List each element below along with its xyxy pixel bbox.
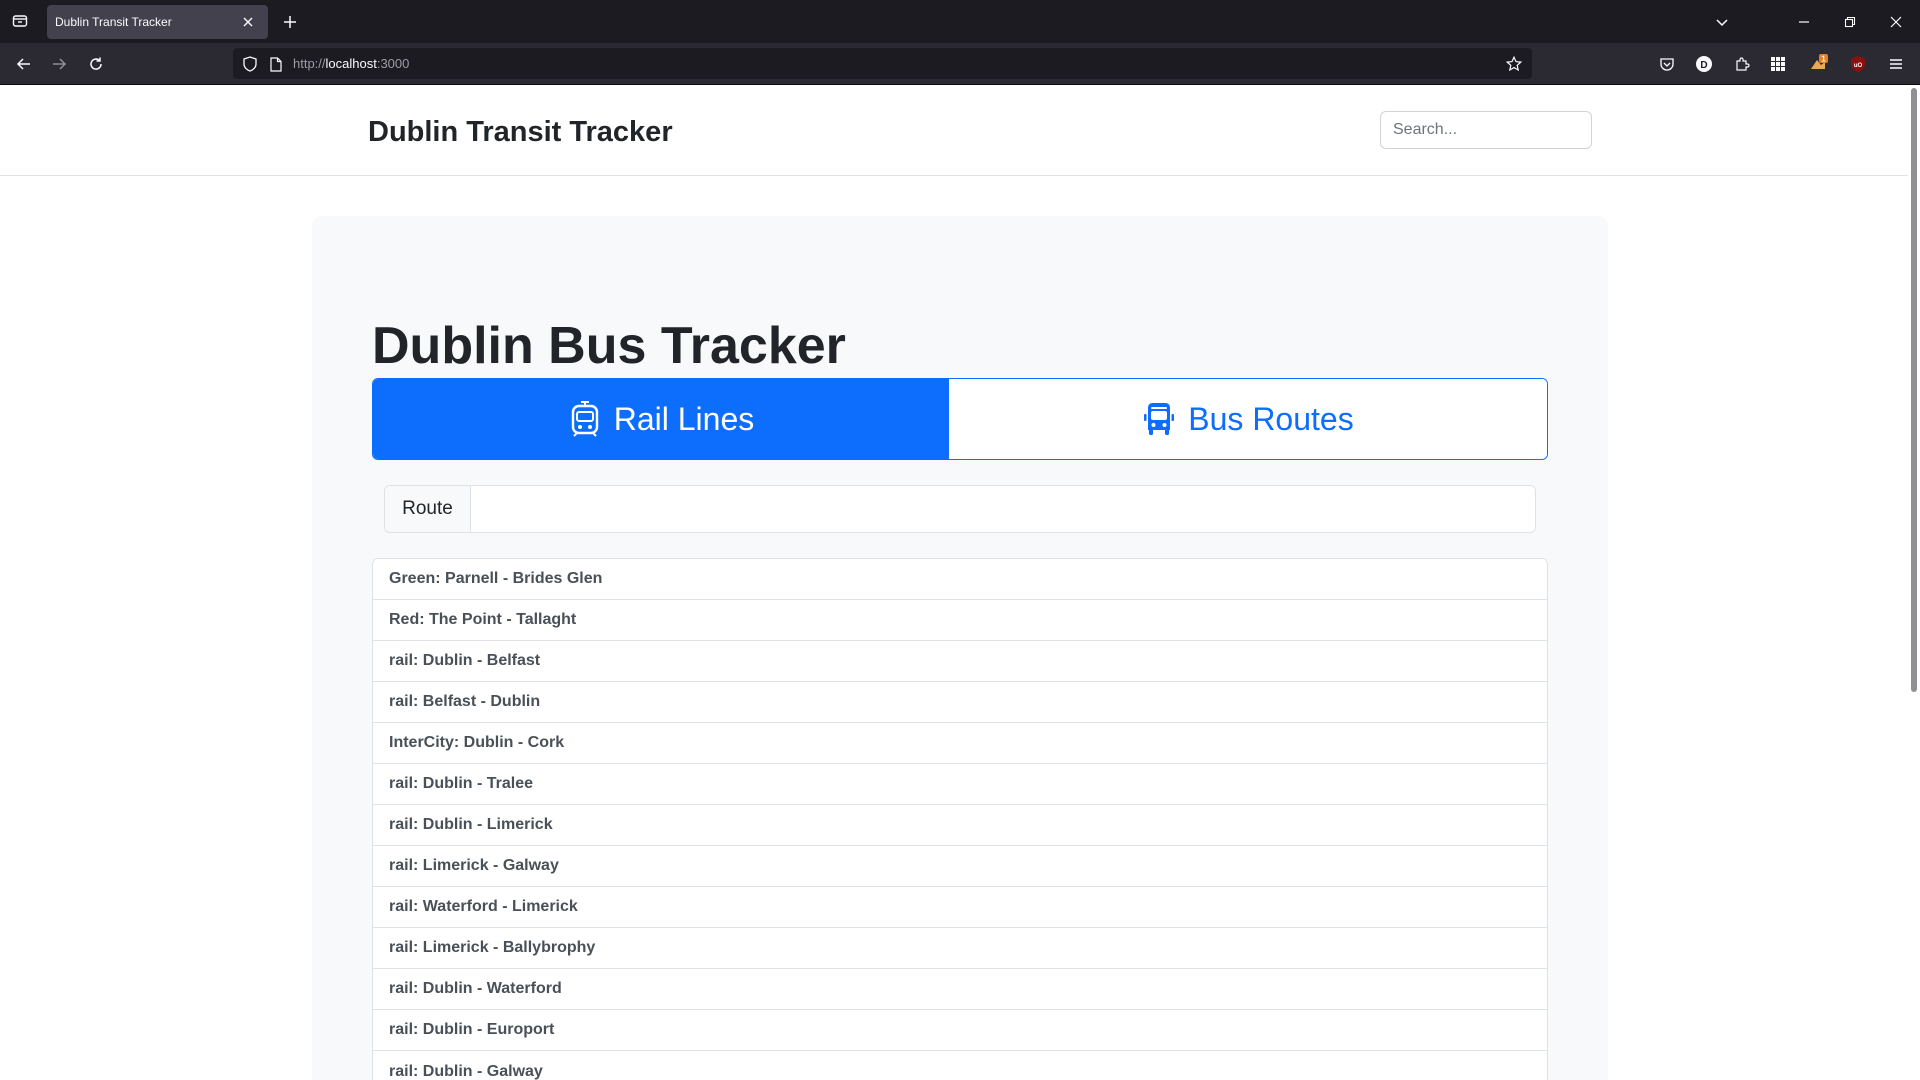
page-title: Dublin Bus Tracker <box>372 317 846 375</box>
menu-hamburger-icon[interactable] <box>1884 52 1908 76</box>
route-list-item[interactable]: rail: Dublin - Galway <box>373 1051 1547 1080</box>
route-list-item[interactable]: rail: Dublin - Waterford <box>373 969 1547 1010</box>
tab-list-chevron-icon[interactable] <box>1710 10 1734 34</box>
svg-text:uO: uO <box>1854 63 1863 69</box>
page-icon[interactable] <box>267 55 285 73</box>
extensions-puzzle-icon[interactable] <box>1730 52 1754 76</box>
reload-icon[interactable] <box>83 51 109 77</box>
tab-rail-lines[interactable]: Rail Lines <box>373 379 949 459</box>
pocket-icon[interactable] <box>1655 52 1679 76</box>
restore-icon[interactable] <box>1836 8 1864 36</box>
close-tab-icon[interactable] <box>238 12 258 32</box>
browser-tab[interactable]: Dublin Transit Tracker <box>47 5 268 39</box>
site-header: Dublin Transit Tracker <box>0 86 1908 176</box>
page-viewport: Dublin Transit Tracker Dublin Bus Tracke… <box>0 86 1920 1080</box>
shield-icon[interactable] <box>241 55 259 73</box>
tab-bus-routes[interactable]: Bus Routes <box>949 379 1547 459</box>
route-list: Green: Parnell - Brides Glen Red: The Poi… <box>372 558 1548 1080</box>
bus-icon <box>1142 400 1176 438</box>
route-list-item[interactable]: Red: The Point - Tallaght <box>373 600 1547 641</box>
back-arrow-icon[interactable] <box>11 51 37 77</box>
url-text[interactable]: http://localhost:3000 <box>293 56 409 71</box>
url-host: localhost <box>325 56 377 71</box>
route-list-item[interactable]: rail: Dublin - Belfast <box>373 641 1547 682</box>
url-scheme: http:// <box>293 56 326 71</box>
ublock-icon[interactable]: uO <box>1846 52 1870 76</box>
extension-notification-icon[interactable]: 1 <box>1806 52 1830 76</box>
route-list-item[interactable]: rail: Limerick - Ballybrophy <box>373 928 1547 969</box>
route-label: Route <box>385 486 471 532</box>
forward-arrow-icon[interactable] <box>46 51 72 77</box>
tab-overview-icon[interactable] <box>8 9 32 33</box>
route-list-item[interactable]: Green: Parnell - Brides Glen <box>373 559 1547 600</box>
route-list-item[interactable]: rail: Dublin - Limerick <box>373 805 1547 846</box>
bookmark-star-icon[interactable] <box>1504 54 1524 74</box>
browser-tab-bar: Dublin Transit Tracker <box>0 0 1920 43</box>
route-list-item[interactable]: rail: Dublin - Europort <box>373 1010 1547 1051</box>
url-port: :3000 <box>376 56 410 71</box>
route-input-group: Route <box>384 485 1536 533</box>
new-tab-plus-icon[interactable] <box>278 10 302 34</box>
minimize-icon[interactable] <box>1790 8 1818 36</box>
extension-badge: 1 <box>1821 55 1826 64</box>
transit-mode-toggle: Rail Lines Bus Routes <box>372 378 1548 460</box>
route-list-item[interactable]: rail: Belfast - Dublin <box>373 682 1547 723</box>
route-list-item[interactable]: rail: Limerick - Galway <box>373 846 1547 887</box>
close-window-icon[interactable] <box>1882 8 1910 36</box>
scrollbar-thumb[interactable] <box>1911 88 1917 692</box>
page-scrollbar[interactable] <box>1908 86 1920 1080</box>
tab-rail-lines-label: Rail Lines <box>613 400 755 437</box>
tab-title: Dublin Transit Tracker <box>55 15 172 29</box>
route-list-item[interactable]: rail: Dublin - Tralee <box>373 764 1547 805</box>
profile-avatar-icon[interactable]: D <box>1692 52 1716 76</box>
profile-letter: D <box>1700 60 1707 71</box>
route-list-item[interactable]: InterCity: Dublin - Cork <box>373 723 1547 764</box>
site-brand[interactable]: Dublin Transit Tracker <box>368 116 673 149</box>
route-list-item[interactable]: rail: Waterford - Limerick <box>373 887 1547 928</box>
apps-grid-icon[interactable] <box>1766 52 1790 76</box>
browser-nav-bar: http://localhost:3000 D 1 uO <box>0 43 1920 85</box>
search-input[interactable] <box>1380 111 1592 149</box>
tab-bus-routes-label: Bus Routes <box>1188 400 1354 437</box>
route-input[interactable] <box>471 486 1535 532</box>
tracker-panel: Dublin Bus Tracker Rail Lines Bus Routes… <box>312 216 1608 1080</box>
url-bar[interactable]: http://localhost:3000 <box>233 48 1532 79</box>
train-icon <box>568 400 602 438</box>
